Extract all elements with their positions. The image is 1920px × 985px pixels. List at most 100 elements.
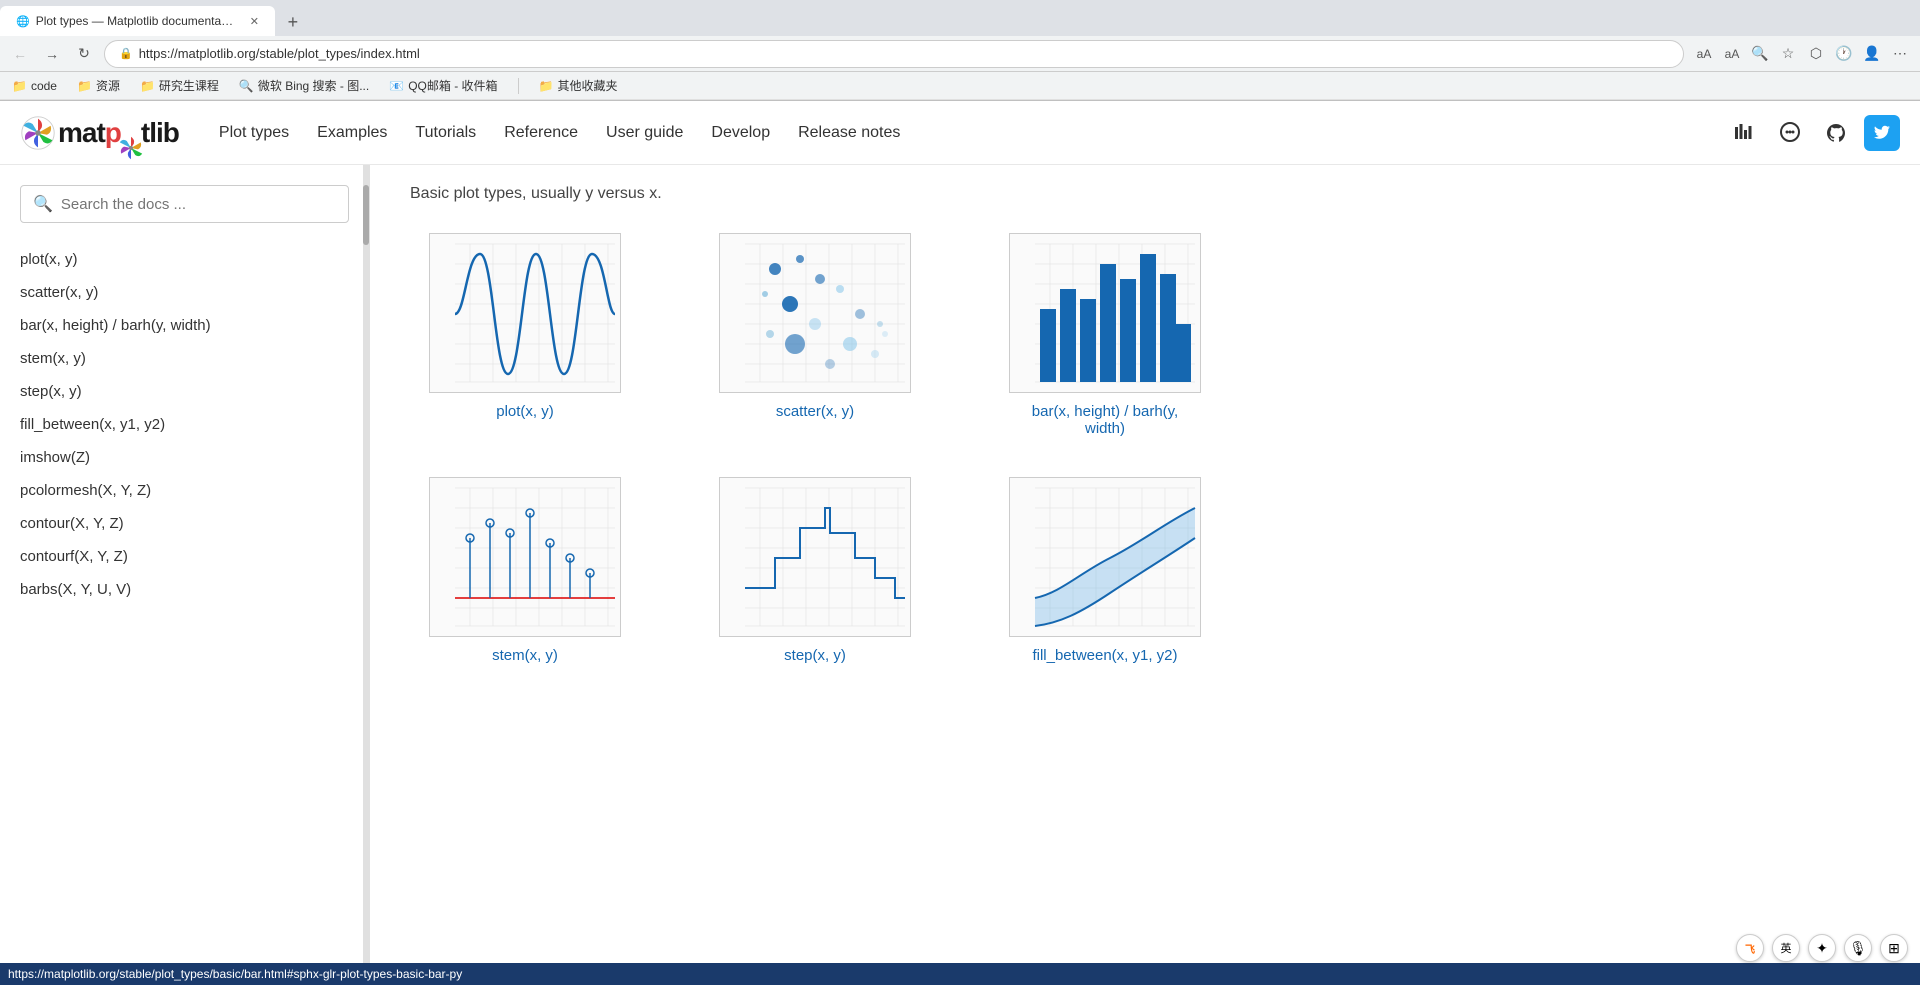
github-icon — [1825, 122, 1847, 144]
plot-item-line[interactable]: plot(x, y) — [410, 233, 640, 437]
sidebar-link-pcolormesh[interactable]: pcolormesh(X, Y, Z) — [20, 474, 349, 507]
plot-thumbnail-step — [719, 477, 911, 637]
translate-icon[interactable]: ✦ — [1808, 934, 1836, 962]
nav-examples[interactable]: Examples — [317, 124, 387, 142]
bookmark-bing[interactable]: 🔍 微软 Bing 搜索 - 图... — [235, 75, 373, 96]
plot-item-fill[interactable]: fill_between(x, y1, y2) — [990, 477, 1220, 664]
bookmark-folder-icon-4: 📁 — [539, 79, 554, 93]
sidebar-link-fill[interactable]: fill_between(x, y1, y2) — [20, 408, 349, 441]
history-button[interactable]: 🕐 — [1832, 42, 1856, 66]
nav-reference[interactable]: Reference — [504, 124, 578, 142]
nav-user-guide[interactable]: User guide — [606, 124, 683, 142]
plot-item-stem[interactable]: stem(x, y) — [410, 477, 640, 664]
line-chart-svg — [430, 234, 620, 392]
more-button[interactable]: ⋯ — [1888, 42, 1912, 66]
favorites-button[interactable]: ☆ — [1776, 42, 1800, 66]
sidebar-link-scatter[interactable]: scatter(x, y) — [20, 276, 349, 309]
read-aloud-button[interactable]: aA — [1720, 42, 1744, 66]
section-description: Basic plot types, usually y versus x. — [410, 185, 1880, 203]
bookmark-grad-course[interactable]: 📁 研究生课程 — [136, 75, 223, 96]
bookmark-qq[interactable]: 📧 QQ邮箱 - 收件箱 — [385, 75, 501, 96]
plot-label-step[interactable]: step(x, y) — [784, 647, 846, 664]
logo-text: matptlib — [58, 117, 179, 149]
new-tab-button[interactable]: + — [279, 8, 307, 36]
collections-button[interactable]: ⬡ — [1804, 42, 1828, 66]
nav-release-notes[interactable]: Release notes — [798, 124, 900, 142]
qq-icon: 📧 — [389, 79, 404, 93]
plot-label-fill[interactable]: fill_between(x, y1, y2) — [1032, 647, 1177, 664]
nav-twitter-button[interactable] — [1864, 115, 1900, 151]
bottom-right-overlay: 飞 英 ✦ 🎙 ⊞ — [1736, 934, 1908, 962]
profile-button[interactable]: 👤 — [1860, 42, 1884, 66]
sidebar-link-step[interactable]: step(x, y) — [20, 375, 349, 408]
lock-icon: 🔒 — [119, 47, 133, 60]
bar-chart-svg — [1010, 234, 1200, 392]
plot-item-bar[interactable]: bar(x, height) / barh(y, width) — [990, 233, 1220, 437]
flypy-icon[interactable]: 飞 — [1736, 934, 1764, 962]
scatter-chart-svg — [720, 234, 910, 392]
bars-icon — [1734, 123, 1754, 143]
site-logo[interactable]: matptlib — [20, 115, 179, 151]
plot-thumbnail-bar — [1009, 233, 1201, 393]
search-input[interactable] — [61, 196, 336, 213]
scroll-indicator — [363, 165, 369, 963]
zoom-button[interactable]: 🔍 — [1748, 42, 1772, 66]
reload-button[interactable]: ↻ — [72, 42, 96, 66]
plot-label-bar[interactable]: bar(x, height) / barh(y, width) — [1032, 403, 1178, 437]
voice-icon[interactable]: 🎙 — [1844, 934, 1872, 962]
nav-plot-types[interactable]: Plot types — [219, 124, 289, 142]
bing-icon: 🔍 — [239, 79, 254, 93]
bookmark-resources-label: 资源 — [96, 77, 120, 94]
main-area: 🔍 plot(x, y) scatter(x, y) bar(x, height… — [0, 165, 1920, 963]
plot-label-scatter[interactable]: scatter(x, y) — [776, 403, 854, 420]
active-tab[interactable]: 🌐 Plot types — Matplotlib documentation … — [0, 6, 275, 36]
scroll-thumb[interactable] — [363, 185, 369, 245]
forward-button[interactable]: → — [40, 42, 64, 66]
nav-develop[interactable]: Develop — [711, 124, 770, 142]
content-area: Basic plot types, usually y versus x. — [370, 165, 1920, 963]
sidebar-link-imshow[interactable]: imshow(Z) — [20, 441, 349, 474]
plot-item-step[interactable]: step(x, y) — [700, 477, 930, 664]
sidebar-link-bar[interactable]: bar(x, height) / barh(y, width) — [20, 309, 349, 342]
discourse-icon — [1779, 122, 1801, 144]
search-box[interactable]: 🔍 — [20, 185, 349, 223]
url-text: https://matplotlib.org/stable/plot_types… — [139, 46, 420, 61]
bookmark-others[interactable]: 📁 其他收藏夹 — [535, 75, 622, 96]
read-mode-button[interactable]: aA — [1692, 42, 1716, 66]
sidebar-link-barbs[interactable]: barbs(X, Y, U, V) — [20, 573, 349, 606]
browser-chrome: 🌐 Plot types — Matplotlib documentation … — [0, 0, 1920, 101]
nav-github-button[interactable] — [1818, 115, 1854, 151]
browser-actions: aA aA 🔍 ☆ ⬡ 🕐 👤 ⋯ — [1692, 42, 1912, 66]
plot-thumbnail-scatter — [719, 233, 911, 393]
plot-item-scatter[interactable]: scatter(x, y) — [700, 233, 930, 437]
address-bar[interactable]: 🔒 https://matplotlib.org/stable/plot_typ… — [104, 40, 1684, 68]
back-button[interactable]: ← — [8, 42, 32, 66]
bookmarks-bar: 📁 code 📁 资源 📁 研究生课程 🔍 微软 Bing 搜索 - 图... … — [0, 72, 1920, 100]
sidebar: 🔍 plot(x, y) scatter(x, y) bar(x, height… — [0, 165, 370, 963]
sidebar-link-contour[interactable]: contour(X, Y, Z) — [20, 507, 349, 540]
bookmark-bing-label: 微软 Bing 搜索 - 图... — [258, 77, 369, 94]
plot-thumbnail-stem — [429, 477, 621, 637]
plot-label-line[interactable]: plot(x, y) — [496, 403, 554, 420]
nav-funding-button[interactable] — [1726, 115, 1762, 151]
plot-label-stem[interactable]: stem(x, y) — [492, 647, 558, 664]
sidebar-link-plot[interactable]: plot(x, y) — [20, 243, 349, 276]
lang-icon[interactable]: 英 — [1772, 934, 1800, 962]
nav-discourse-button[interactable] — [1772, 115, 1808, 151]
sidebar-link-contourf[interactable]: contourf(X, Y, Z) — [20, 540, 349, 573]
bookmark-code[interactable]: 📁 code — [8, 77, 61, 95]
sidebar-link-stem[interactable]: stem(x, y) — [20, 342, 349, 375]
search-icon: 🔍 — [33, 194, 53, 214]
bookmark-resources[interactable]: 📁 资源 — [73, 75, 124, 96]
bookmark-separator — [518, 78, 519, 94]
grid-icon[interactable]: ⊞ — [1880, 934, 1908, 962]
status-url: https://matplotlib.org/stable/plot_types… — [8, 967, 462, 981]
tab-close[interactable]: ✕ — [250, 15, 259, 28]
plots-grid: plot(x, y) — [410, 233, 1880, 664]
bookmark-code-label: code — [31, 79, 57, 93]
nav-tutorials[interactable]: Tutorials — [415, 124, 476, 142]
status-bar: https://matplotlib.org/stable/plot_types… — [0, 963, 1920, 985]
site-header: matptlib Plot types Examples Tutorials R… — [0, 101, 1920, 165]
bookmark-others-label: 其他收藏夹 — [557, 77, 617, 94]
twitter-icon — [1873, 124, 1891, 142]
